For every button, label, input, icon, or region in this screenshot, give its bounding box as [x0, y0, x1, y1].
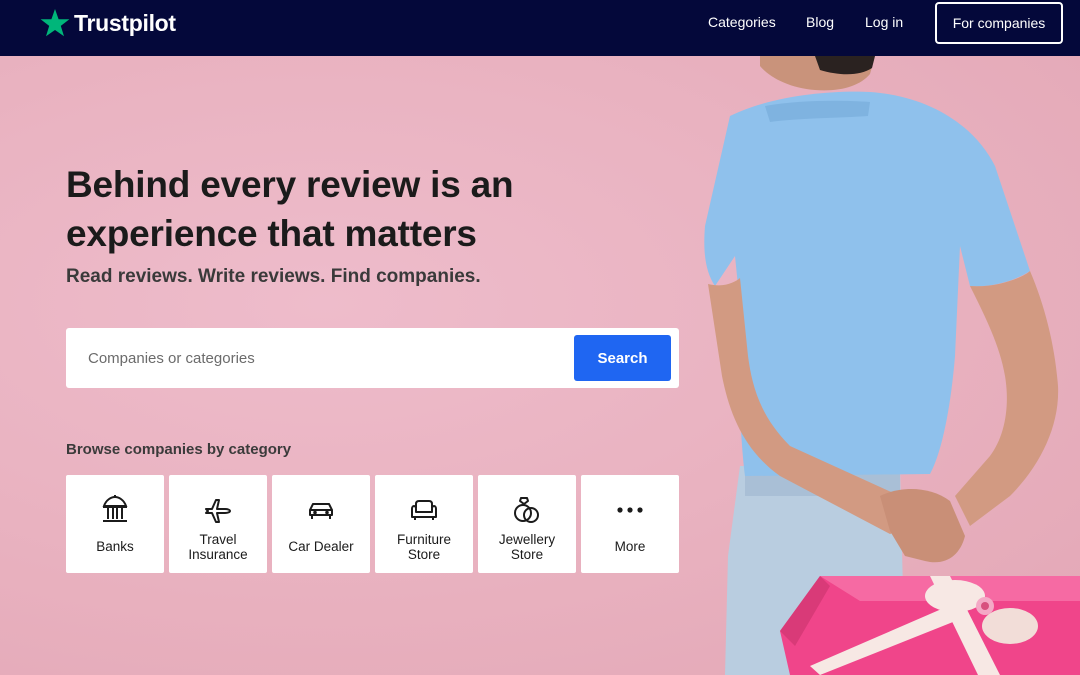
nav-blog-link[interactable]: Blog: [806, 14, 834, 30]
bank-icon: [102, 495, 128, 522]
category-label: Travel Insurance: [188, 532, 248, 562]
more-dots-icon: [617, 507, 643, 513]
browse-categories-heading: Browse companies by category: [66, 441, 292, 458]
category-card-more[interactable]: More: [581, 475, 679, 573]
category-card-furniture-store[interactable]: Furniture Store: [375, 475, 473, 573]
category-list: Banks Travel Insurance Car Dealer Furnit…: [66, 475, 679, 573]
rings-icon: [514, 497, 539, 523]
brand-name: Trustpilot: [74, 9, 176, 36]
category-label: Jewellery Store: [498, 532, 556, 562]
search-input[interactable]: [66, 328, 566, 388]
search-bar: Search: [66, 328, 679, 388]
car-icon: [309, 503, 333, 519]
sofa-icon: [411, 500, 437, 520]
trustpilot-logo[interactable]: Trustpilot: [40, 8, 176, 38]
nav-login-link[interactable]: Log in: [865, 14, 903, 30]
category-label: Car Dealer: [288, 539, 354, 554]
for-companies-button[interactable]: For companies: [935, 2, 1063, 44]
category-label: Furniture Store: [396, 532, 452, 562]
top-navigation: Trustpilot Categories Blog Log in For co…: [0, 0, 1080, 56]
airplane-icon: [205, 499, 231, 523]
search-button[interactable]: Search: [574, 335, 671, 381]
hero-subheading: Read reviews. Write reviews. Find compan…: [66, 266, 481, 287]
category-card-travel-insurance[interactable]: Travel Insurance: [169, 475, 267, 573]
star-icon: [40, 9, 70, 37]
category-label: Banks: [96, 539, 134, 554]
category-card-car-dealer[interactable]: Car Dealer: [272, 475, 370, 573]
category-label: More: [614, 539, 646, 554]
hero-headline: Behind every review is an experience tha…: [66, 164, 514, 254]
nav-categories-link[interactable]: Categories: [708, 14, 776, 30]
category-card-jewellery-store[interactable]: Jewellery Store: [478, 475, 576, 573]
category-card-banks[interactable]: Banks: [66, 475, 164, 573]
